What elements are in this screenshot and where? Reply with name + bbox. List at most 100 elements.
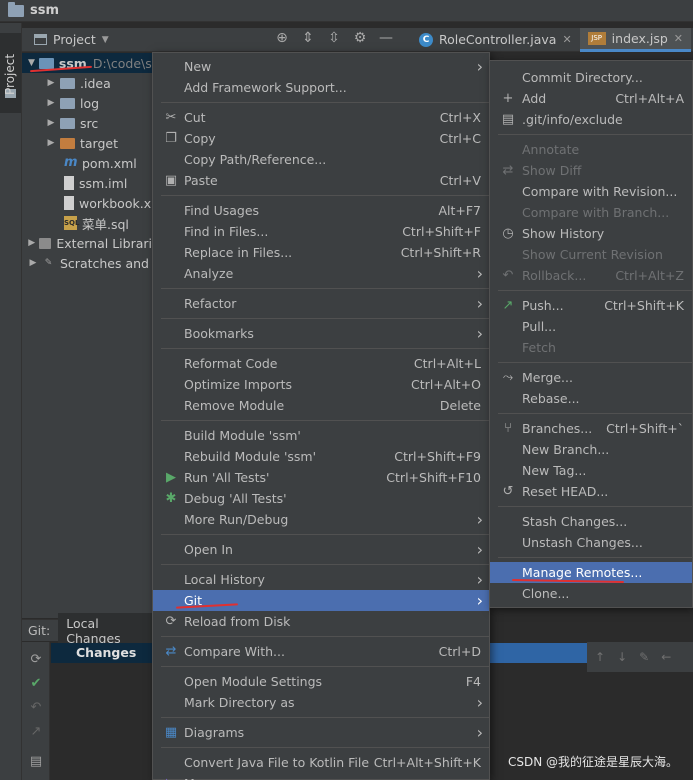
chevron-right-icon[interactable]: ▶ [46, 78, 56, 88]
menu-item-add-framework-support[interactable]: Add Framework Support... [153, 77, 489, 98]
menu-item-merge[interactable]: ⤳ Merge... [490, 367, 692, 388]
menu-item-compare-with-revision[interactable]: Compare with Revision... [490, 181, 692, 202]
hide-icon[interactable]: — [378, 30, 394, 46]
chevron-right-icon[interactable]: ▶ [46, 138, 56, 148]
menu-item-replace-in-files[interactable]: Replace in Files... Ctrl+Shift+R [153, 242, 489, 263]
menu-item-clone[interactable]: Clone... [490, 583, 692, 604]
menu-item-show-history[interactable]: ◷ Show History [490, 223, 692, 244]
menu-item-open-in[interactable]: Open In › [153, 539, 489, 560]
menu-item-label: Compare With... [184, 644, 285, 659]
menu-item-unstash-changes[interactable]: Unstash Changes... [490, 532, 692, 553]
chevron-down-icon[interactable]: ▼ [102, 35, 109, 45]
menu-item-stash-changes[interactable]: Stash Changes... [490, 511, 692, 532]
menu-item-reload-from-disk[interactable]: ⟳ Reload from Disk [153, 611, 489, 632]
tree-item-src[interactable]: ▶ src [22, 113, 152, 133]
tree-item-workbook-x[interactable]: workbook.x [22, 193, 152, 213]
tree-item-sql[interactable]: SQL 菜单.sql [22, 213, 152, 233]
menu-item-build-module-ssm[interactable]: Build Module 'ssm' [153, 425, 489, 446]
menu-item-analyze[interactable]: Analyze › [153, 263, 489, 284]
menu-item-reformat-code[interactable]: Reformat Code Ctrl+Alt+L [153, 353, 489, 374]
tree-item-pom-xml[interactable]: m pom.xml [22, 153, 152, 173]
arrow-left-icon[interactable]: ← [661, 650, 671, 664]
menu-item-run-all-tests[interactable]: ▶ Run 'All Tests' Ctrl+Shift+F10 [153, 467, 489, 488]
menu-item-compare-with[interactable]: ⇄ Compare With... Ctrl+D [153, 641, 489, 662]
chevron-right-icon[interactable]: ▶ [28, 258, 38, 268]
project-view-selector[interactable]: Project [53, 32, 96, 47]
collapse-all-icon[interactable]: ⇳ [326, 30, 342, 46]
menu-item-git-info-exclude[interactable]: ▤ .git/info/exclude [490, 109, 692, 130]
menu-item-refactor[interactable]: Refactor › [153, 293, 489, 314]
gear-icon[interactable]: ⚙ [352, 30, 368, 46]
menu-item-mark-directory-as[interactable]: Mark Directory as › [153, 692, 489, 713]
chevron-right-icon[interactable]: ▶ [46, 118, 56, 128]
menu-item-new-tag[interactable]: New Tag... [490, 460, 692, 481]
tree-item-scratches-and[interactable]: ▶ ✎ Scratches and [22, 253, 152, 273]
chevron-down-icon[interactable]: ▼ [28, 58, 35, 68]
menu-item-remove-module[interactable]: Remove Module Delete [153, 395, 489, 416]
menu-item-pull[interactable]: Pull... [490, 316, 692, 337]
tree-item-idea[interactable]: ▶ .idea [22, 73, 152, 93]
menu-item-add[interactable]: + Add Ctrl+Alt+A [490, 88, 692, 109]
chevron-right-icon: › [476, 294, 483, 313]
menu-item-diagrams[interactable]: ▦ Diagrams › [153, 722, 489, 743]
title-bar: ssm [0, 0, 693, 22]
commit-check-icon[interactable]: ✔ [28, 676, 44, 692]
folder-icon [60, 137, 75, 149]
project-tool-tab[interactable]: Project [0, 33, 21, 113]
arrow-down-icon[interactable]: ↓ [617, 650, 627, 664]
menu-item-more-run-debug[interactable]: More Run/Debug › [153, 509, 489, 530]
commit-message-icon[interactable]: ▤ [28, 754, 44, 770]
close-icon[interactable]: ✕ [562, 33, 571, 46]
menu-item-bookmarks[interactable]: Bookmarks › [153, 323, 489, 344]
paste-icon: ▣ [164, 173, 178, 188]
tree-item-external-librari[interactable]: ▶ External Librari [22, 233, 152, 253]
menu-item-label: Open Module Settings [184, 674, 323, 689]
chevron-right-icon[interactable]: ▶ [28, 238, 35, 248]
menu-item-new[interactable]: New › [153, 56, 489, 77]
diff-arrow-icon[interactable]: ↗ [28, 724, 44, 740]
menu-item-local-history[interactable]: Local History › [153, 569, 489, 590]
locate-icon[interactable]: ⊕ [274, 30, 290, 46]
changes-list-root[interactable]: Changes [51, 643, 152, 663]
menu-item-reset-head[interactable]: ↺ Reset HEAD... [490, 481, 692, 502]
plus-icon: + [502, 91, 514, 106]
menu-item-open-module-settings[interactable]: Open Module Settings F4 [153, 671, 489, 692]
menu-item-rebase[interactable]: Rebase... [490, 388, 692, 409]
tree-item-ssm-iml[interactable]: ssm.iml [22, 173, 152, 193]
menu-item-branches[interactable]: ⑂ Branches... Ctrl+Shift+` [490, 418, 692, 439]
tab-index-jsp[interactable]: JSP index.jsp ✕ [579, 27, 691, 52]
menu-item-copy-path-reference[interactable]: Copy Path/Reference... [153, 149, 489, 170]
menu-item-git[interactable]: Git › [153, 590, 489, 611]
menu-separator [498, 134, 692, 135]
tree-item-target[interactable]: ▶ target [22, 133, 152, 153]
menu-item-paste[interactable]: ▣ Paste Ctrl+V [153, 170, 489, 191]
menu-item-convert-java-file-to-kotlin-file[interactable]: Convert Java File to Kotlin File Ctrl+Alt… [153, 752, 489, 773]
spreadsheet-file-icon [64, 196, 74, 210]
menu-item-find-usages[interactable]: Find Usages Alt+F7 [153, 200, 489, 221]
tree-item-log[interactable]: ▶ log [22, 93, 152, 113]
menu-item-label: Find in Files... [184, 224, 269, 239]
menu-item-debug-all-tests[interactable]: ✱ Debug 'All Tests' [153, 488, 489, 509]
close-icon[interactable]: ✕ [674, 32, 683, 45]
menu-item-m[interactable]: ◣M [153, 773, 489, 780]
rollback-icon[interactable]: ↶ [28, 700, 44, 716]
menu-item-commit-directory[interactable]: Commit Directory... [490, 67, 692, 88]
menu-item-find-in-files[interactable]: Find in Files... Ctrl+Shift+F [153, 221, 489, 242]
chevron-right-icon[interactable]: ▶ [46, 98, 56, 108]
menu-item-label: Replace in Files... [184, 245, 293, 260]
menu-item-push[interactable]: ↗ Push... Ctrl+Shift+K [490, 295, 692, 316]
expand-all-icon[interactable]: ⇕ [300, 30, 316, 46]
menu-item-shortcut: Ctrl+Shift+R [400, 245, 481, 260]
menu-item-shortcut: Ctrl+V [439, 173, 481, 188]
menu-item-rebuild-module-ssm[interactable]: Rebuild Module 'ssm' Ctrl+Shift+F9 [153, 446, 489, 467]
menu-item-copy[interactable]: ❐ Copy Ctrl+C [153, 128, 489, 149]
edit-icon[interactable]: ✎ [639, 650, 649, 664]
tab-rolecontroller-java[interactable]: C RoleController.java ✕ [411, 28, 580, 52]
refresh-icon[interactable]: ⟳ [28, 652, 44, 668]
tab-label: RoleController.java [439, 32, 557, 47]
menu-item-cut[interactable]: ✂ Cut Ctrl+X [153, 107, 489, 128]
menu-item-shortcut: Ctrl+Shift+F9 [394, 449, 481, 464]
arrow-up-icon[interactable]: ↑ [595, 650, 605, 664]
menu-item-optimize-imports[interactable]: Optimize Imports Ctrl+Alt+O [153, 374, 489, 395]
menu-item-new-branch[interactable]: New Branch... [490, 439, 692, 460]
